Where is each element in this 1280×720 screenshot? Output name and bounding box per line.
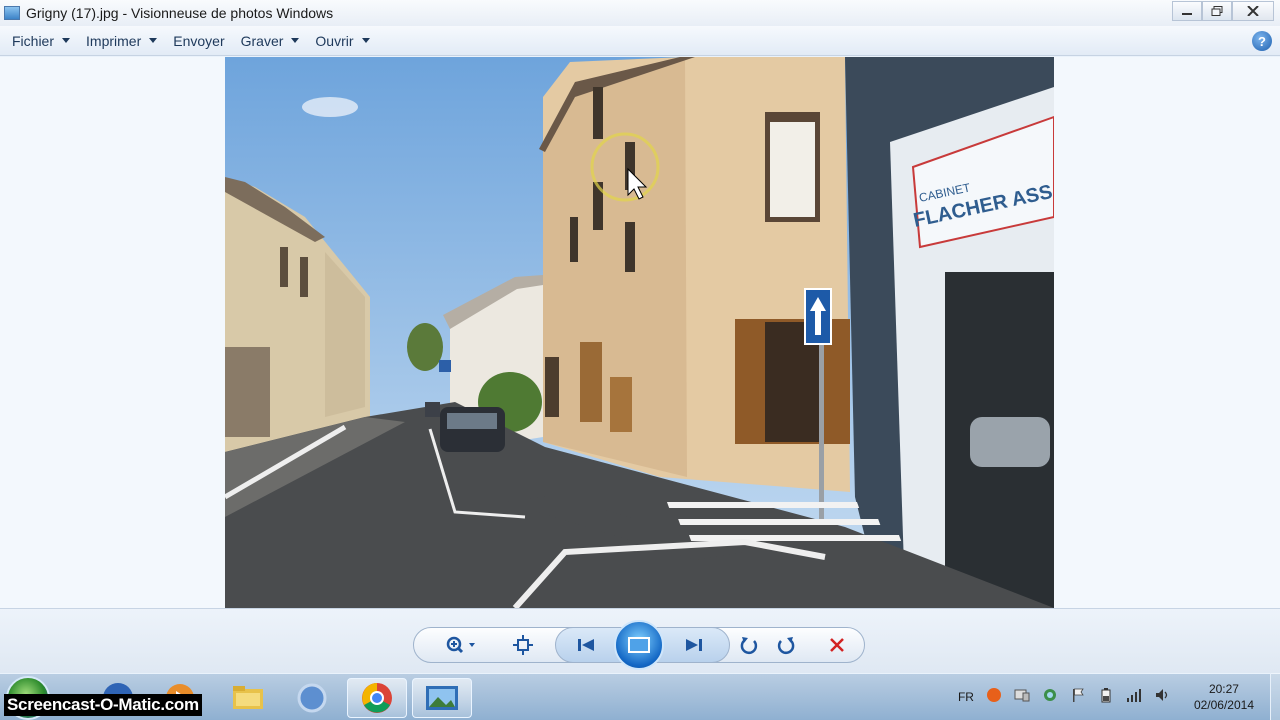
clock-date: 02/06/2014 [1193, 697, 1254, 712]
chevron-down-icon [149, 38, 158, 43]
taskbar-explorer[interactable] [218, 678, 278, 718]
system-tray: FR 20:27 02/06/2014 [952, 673, 1280, 720]
title-bar: Grigny (17).jpg - Visionneuse de photos … [0, 0, 1280, 26]
previous-icon [578, 639, 594, 651]
recording-watermark: Screencast-O-Matic.com [4, 694, 202, 716]
globe-icon [297, 683, 327, 713]
zoom-button[interactable] [442, 631, 482, 659]
maximize-button[interactable] [1202, 1, 1232, 21]
next-icon [686, 639, 702, 651]
actual-size-button[interactable] [508, 631, 538, 659]
rotate-counterclockwise-icon [740, 637, 758, 655]
window-controls [1172, 1, 1274, 21]
menu-fichier[interactable]: Fichier [4, 26, 78, 55]
menu-ouvrir[interactable]: Ouvrir [307, 26, 377, 55]
minimize-icon [1182, 13, 1192, 15]
chevron-down-icon [62, 38, 71, 43]
battery-icon [1101, 688, 1111, 703]
taskbar-ie[interactable] [282, 678, 342, 718]
taskbar-chrome[interactable] [347, 678, 407, 718]
next-button[interactable] [678, 631, 710, 659]
menu-envoyer-label: Envoyer [173, 32, 225, 49]
network-share-tray-icon[interactable] [1042, 687, 1058, 706]
devices-icon [1014, 689, 1030, 702]
rotate-left-button[interactable] [734, 631, 764, 659]
menu-imprimer[interactable]: Imprimer [78, 26, 165, 55]
rotate-right-button[interactable] [771, 631, 801, 659]
minimize-button[interactable] [1172, 1, 1202, 21]
menu-imprimer-label: Imprimer [86, 32, 142, 49]
menu-bar: Fichier Imprimer Envoyer Graver Ouvrir [0, 26, 1280, 56]
wifi-tray-icon[interactable] [1126, 687, 1142, 706]
menu-ouvrir-label: Ouvrir [315, 32, 354, 49]
previous-button[interactable] [570, 631, 602, 659]
close-button[interactable] [1232, 1, 1274, 21]
chevron-down-icon [361, 38, 370, 43]
displayed-photo: CABINET FLACHER ASS [225, 57, 1054, 608]
help-icon: ? [1258, 33, 1266, 49]
window-title: Grigny (17).jpg - Visionneuse de photos … [26, 5, 334, 21]
orange-tray-icon[interactable] [986, 687, 1002, 706]
battery-tray-icon[interactable] [1098, 687, 1114, 706]
photo-viewer-area: CABINET FLACHER ASS [0, 57, 1280, 608]
show-desktop-button[interactable] [1270, 673, 1280, 720]
flag-icon [1072, 688, 1084, 702]
orange-ball-icon [986, 688, 1001, 702]
folder-icon [233, 686, 263, 709]
language-indicator[interactable]: FR [958, 690, 974, 704]
zoom-icon [446, 636, 475, 654]
delete-icon [830, 638, 844, 652]
slideshow-button[interactable] [614, 620, 664, 670]
delete-button[interactable] [822, 631, 852, 659]
help-button[interactable]: ? [1252, 31, 1272, 51]
close-icon [1247, 6, 1259, 16]
rotate-clockwise-icon [777, 637, 795, 655]
actual-size-icon [513, 635, 533, 655]
viewer-control-bar [0, 608, 1280, 673]
photo-viewer-app-icon [4, 6, 20, 20]
street-scene-image: CABINET FLACHER ASS [225, 57, 1054, 608]
chrome-icon [362, 683, 392, 713]
signal-bars-icon [1126, 689, 1141, 702]
network-icon [1043, 689, 1056, 701]
menu-graver[interactable]: Graver [233, 26, 308, 55]
maximize-icon [1211, 6, 1223, 16]
menu-graver-label: Graver [240, 32, 284, 49]
chevron-down-icon [291, 38, 300, 43]
speaker-icon [1155, 689, 1168, 701]
clock-time: 20:27 [1208, 681, 1239, 696]
slideshow-icon [628, 637, 650, 653]
menu-fichier-label: Fichier [12, 32, 55, 49]
volume-tray-icon[interactable] [1154, 687, 1170, 706]
clock[interactable]: 20:27 02/06/2014 [1194, 681, 1254, 713]
photo-viewer-icon [426, 686, 458, 710]
taskbar-photo-viewer[interactable] [412, 678, 472, 718]
action-center-tray-icon[interactable] [1070, 687, 1086, 706]
devices-tray-icon[interactable] [1014, 687, 1030, 706]
menu-envoyer[interactable]: Envoyer [165, 26, 232, 55]
